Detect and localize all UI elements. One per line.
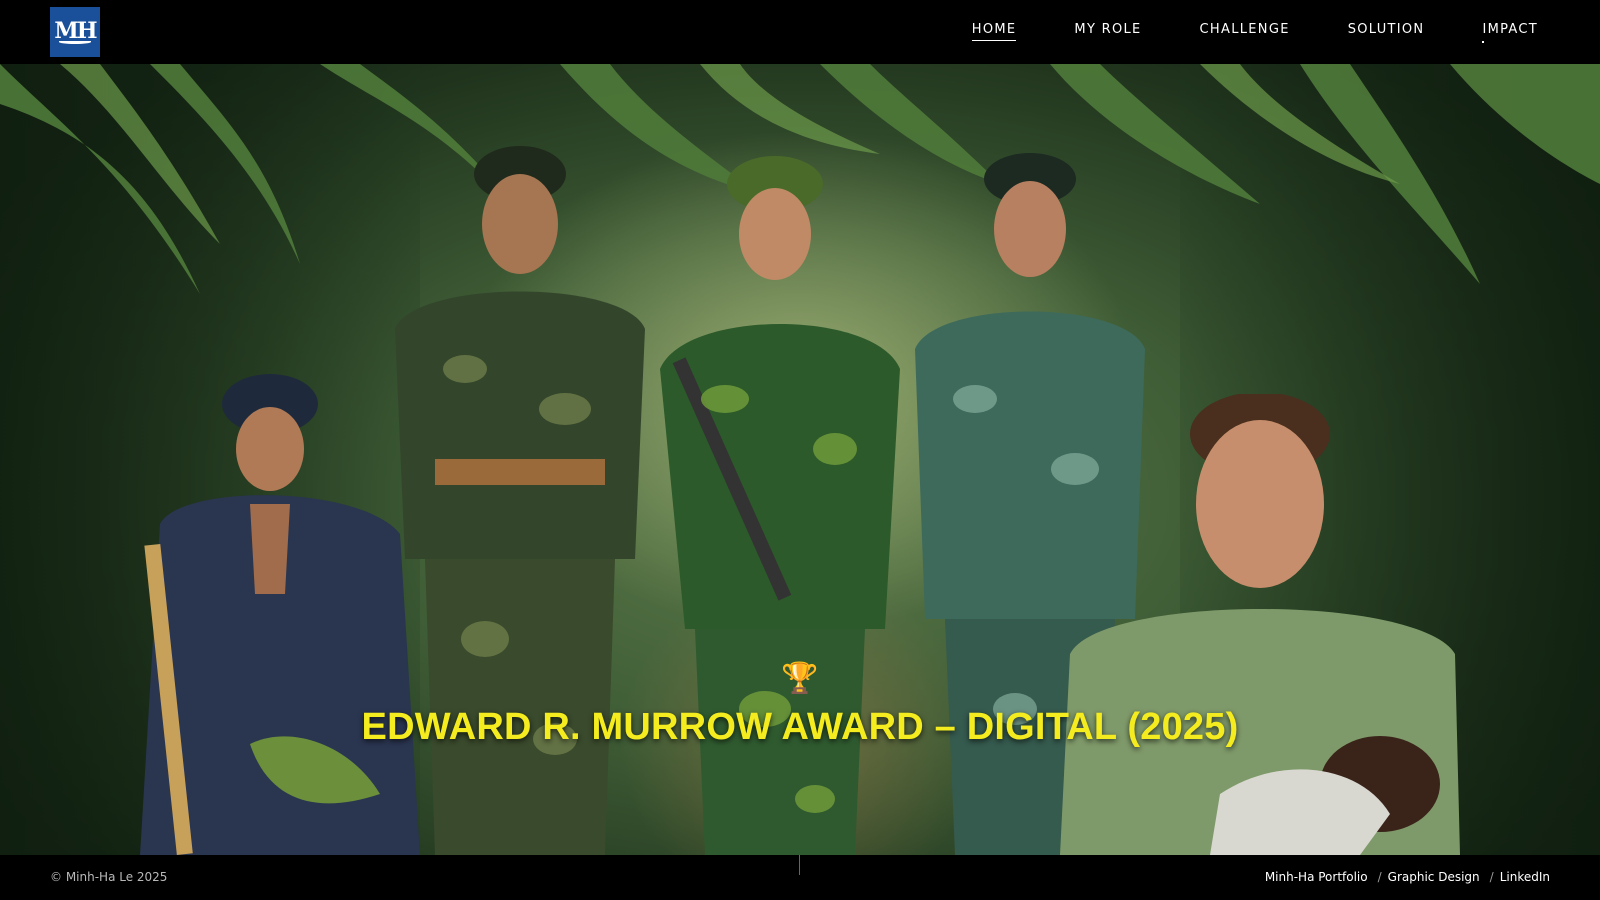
footer-separator: / <box>1377 870 1382 884</box>
main-nav: HOME MY ROLE CHALLENGE SOLUTION IMPACT <box>914 22 1538 43</box>
nav-my-role[interactable]: MY ROLE <box>1074 22 1141 41</box>
figure-mother-with-baby <box>1060 394 1460 855</box>
figure-soldier-woman <box>660 156 900 855</box>
footer-links: Minh-Ha Portfolio / Graphic Design / Lin… <box>1265 870 1550 884</box>
mh-logo[interactable]: MH <box>50 7 100 57</box>
nav-home[interactable]: HOME <box>971 22 1017 41</box>
copyright-text: © Minh-Ha Le 2025 <box>50 870 168 884</box>
award-caption: 🏆 EDWARD R. MURROW AWARD – DIGITAL (2025… <box>0 664 1600 749</box>
logo-swoosh-icon <box>59 40 91 44</box>
logo-text: MH <box>54 18 97 44</box>
trophy-icon: 🏆 <box>781 662 819 695</box>
footer-separator: / <box>1489 870 1494 884</box>
footer-link-graphic-design[interactable]: Graphic Design <box>1388 870 1480 884</box>
footer-center-divider <box>799 855 800 875</box>
footer-link-linkedin[interactable]: LinkedIn <box>1500 870 1550 884</box>
hero-illustration: 🏆 EDWARD R. MURROW AWARD – DIGITAL (2025… <box>0 64 1600 855</box>
nav-solution[interactable]: SOLUTION <box>1348 22 1425 41</box>
nav-challenge[interactable]: CHALLENGE <box>1200 22 1290 41</box>
footer: © Minh-Ha Le 2025 Minh-Ha Portfolio / Gr… <box>0 855 1600 900</box>
top-navigation-bar: MH HOME MY ROLE CHALLENGE SOLUTION IMPAC… <box>0 0 1600 64</box>
award-title: EDWARD R. MURROW AWARD – DIGITAL (2025) <box>361 706 1239 748</box>
nav-impact[interactable]: IMPACT <box>1482 22 1538 43</box>
footer-link-portfolio[interactable]: Minh-Ha Portfolio <box>1265 870 1368 884</box>
